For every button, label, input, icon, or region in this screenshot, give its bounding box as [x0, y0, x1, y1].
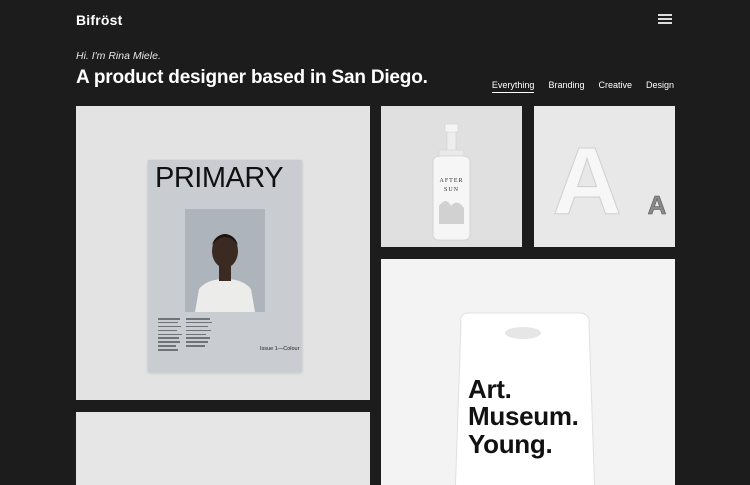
intro-text: Hi. I'm Rina Miele.	[76, 50, 161, 62]
project-tile-bottle[interactable]: AFTER SUN	[381, 106, 522, 247]
bottle-label-sun: SUN	[444, 187, 459, 193]
letter-a-sculpture-image: A A	[534, 106, 675, 247]
filter-creative[interactable]: Creative	[598, 80, 632, 93]
magazine-cover-image: PRIMARY Issue 1—Colour	[148, 160, 302, 372]
bag-line-2: Museum.	[468, 401, 579, 432]
magazine-title: PRIMARY	[155, 162, 284, 194]
bag-print-text: Art. Museum. Young.	[468, 374, 579, 459]
filter-branding[interactable]: Branding	[548, 80, 584, 93]
spray-bottle-image: AFTER SUN	[381, 106, 522, 247]
project-tile-art-museum-bag[interactable]: Art. Museum. Young.	[381, 259, 675, 485]
filter-everything[interactable]: Everything	[491, 80, 535, 93]
magazine-issue: Issue 1—Colour	[260, 346, 300, 352]
hamburger-menu-icon[interactable]	[658, 14, 672, 25]
small-a-letter: A	[648, 190, 667, 220]
project-tile-next[interactable]	[76, 412, 370, 485]
page-headline: A product designer based in San Diego.	[76, 67, 428, 88]
project-tile-magazine[interactable]: PRIMARY Issue 1—Colour	[76, 106, 370, 400]
bottle-label-after: AFTER	[439, 178, 463, 184]
magazine-credits-2	[186, 318, 216, 349]
portrait-photo	[185, 209, 265, 312]
filter-design[interactable]: Design	[646, 80, 674, 93]
project-tile-letter-a[interactable]: A A	[534, 106, 675, 247]
category-filter-nav: Everything Branding Creative Design	[491, 80, 674, 93]
brand-logo[interactable]: Bifröst	[76, 12, 123, 28]
bag-line-1: Art.	[468, 374, 512, 404]
bag-line-3: Young.	[468, 428, 553, 459]
large-a-letter: A	[552, 128, 621, 235]
